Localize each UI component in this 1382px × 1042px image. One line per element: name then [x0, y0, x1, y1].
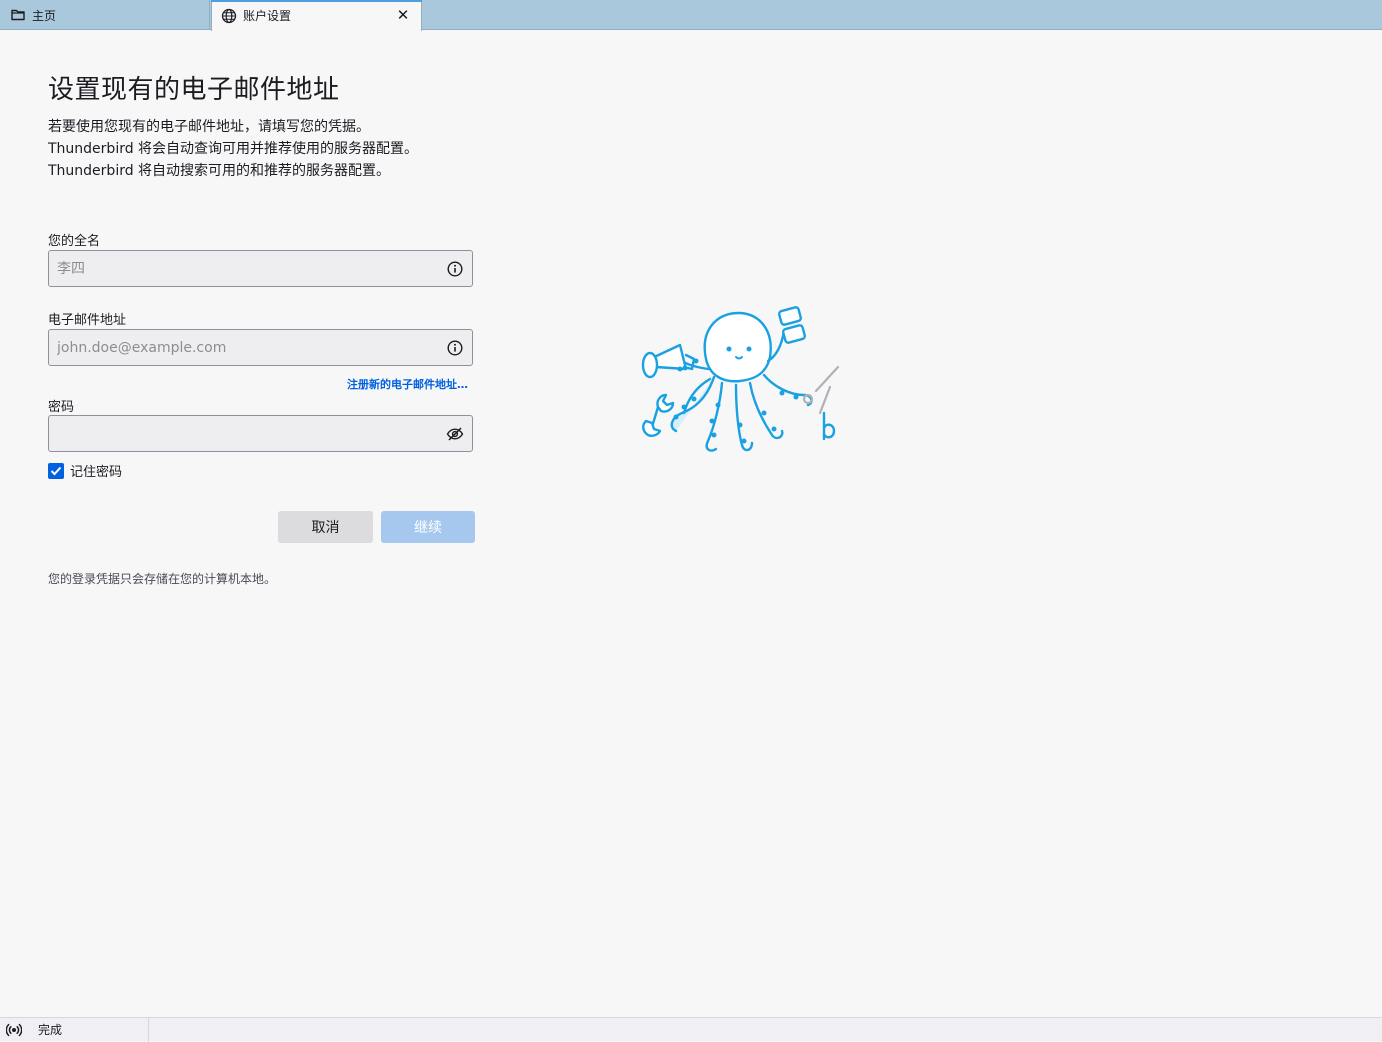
- globe-icon: [221, 8, 237, 24]
- password-field: [48, 415, 473, 452]
- continue-button[interactable]: 继续: [381, 511, 475, 543]
- cancel-button[interactable]: 取消: [278, 511, 373, 543]
- page-title: 设置现有的电子邮件地址: [48, 75, 340, 105]
- description-line: Thunderbird 将会自动查询可用并推荐使用的服务器配置。: [48, 141, 419, 157]
- email-label: 电子邮件地址: [48, 313, 127, 328]
- fullname-input[interactable]: [49, 251, 472, 286]
- eye-hidden-icon[interactable]: [446, 425, 464, 443]
- credentials-note: 您的登录凭据只会存储在您的计算机本地。: [48, 572, 277, 586]
- remember-password-row[interactable]: 记住密码: [48, 461, 122, 480]
- email-input[interactable]: [49, 330, 472, 365]
- activity-icon[interactable]: [6, 1022, 22, 1038]
- tab-account-settings-label: 账户设置: [243, 9, 292, 23]
- remember-password-label: 记住密码: [70, 465, 123, 480]
- tab-account-settings[interactable]: 账户设置 ✕: [211, 0, 422, 31]
- email-field: [48, 329, 473, 366]
- status-bar: 完成: [0, 1017, 1382, 1042]
- fullname-field: [48, 250, 473, 287]
- folder-icon: [10, 7, 26, 23]
- page-description: 若要使用您现有的电子邮件地址，请填写您的凭据。 Thunderbird 将会自动…: [48, 116, 418, 182]
- tab-home-label: 主页: [32, 8, 57, 23]
- close-icon[interactable]: ✕: [395, 6, 411, 24]
- description-line: Thunderbird 将自动搜索可用的和推荐的服务器配置。: [48, 163, 391, 179]
- account-setup-page: 设置现有的电子邮件地址 若要使用您现有的电子邮件地址，请填写您的凭据。 Thun…: [0, 31, 1382, 1017]
- status-divider: [148, 1018, 149, 1042]
- info-icon[interactable]: [446, 339, 464, 357]
- description-line: 若要使用您现有的电子邮件地址，请填写您的凭据。: [48, 119, 370, 135]
- fullname-label: 您的全名: [48, 234, 101, 249]
- password-input[interactable]: [49, 416, 472, 451]
- tab-home[interactable]: 主页: [0, 0, 210, 30]
- octopus-illustration: [641, 306, 840, 452]
- password-label: 密码: [48, 400, 75, 415]
- remember-password-checkbox[interactable]: [48, 462, 64, 479]
- info-icon[interactable]: [446, 260, 464, 278]
- new-email-link[interactable]: 注册新的电子邮件地址…: [347, 376, 468, 392]
- tab-bar: 主页 账户设置 ✕: [0, 0, 1382, 31]
- status-text: 完成: [38, 1023, 63, 1037]
